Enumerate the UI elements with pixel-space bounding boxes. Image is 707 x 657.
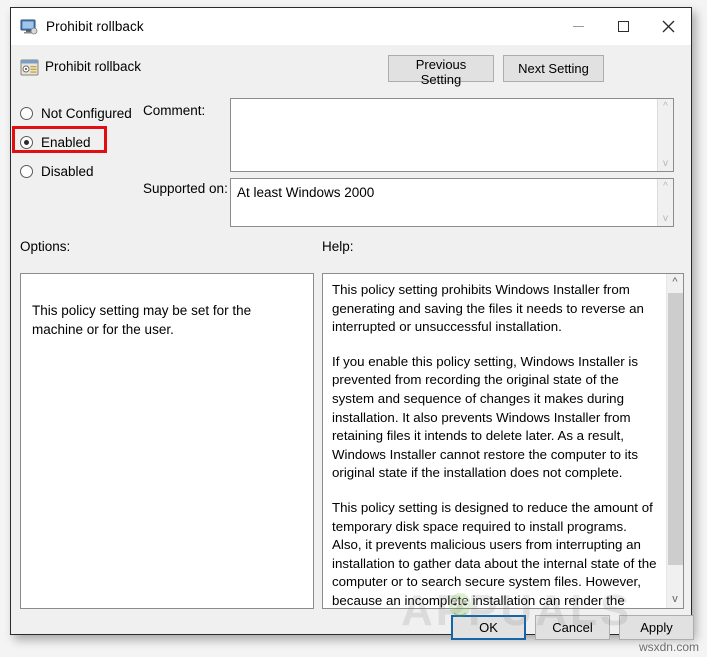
radio-not-configured-label: Not Configured (41, 105, 132, 121)
radio-disabled-label: Disabled (41, 163, 94, 179)
help-panel: This policy setting prohibits Windows In… (322, 273, 684, 609)
supported-on-input[interactable]: At least Windows 2000 ^ v (230, 178, 674, 227)
chevron-down-icon[interactable]: v (663, 214, 668, 224)
options-label: Options: (20, 239, 71, 254)
radio-disabled[interactable]: Disabled (20, 161, 94, 181)
window-controls (556, 8, 691, 45)
cancel-button[interactable]: Cancel (535, 615, 610, 640)
help-label: Help: (322, 239, 354, 254)
apply-button[interactable]: Apply (619, 615, 694, 640)
radio-not-configured[interactable]: Not Configured (20, 103, 132, 123)
monitor-policy-icon (20, 19, 38, 35)
help-paragraph: This policy setting prohibits Windows In… (332, 282, 644, 335)
close-icon[interactable] (646, 8, 691, 45)
comment-value[interactable] (231, 99, 657, 171)
help-paragraph: If you enable this policy setting, Windo… (332, 353, 638, 481)
prohibit-rollback-dialog: Prohibit rollback Prohibit rollback Prev… (10, 7, 694, 640)
chevron-up-icon[interactable]: ^ (663, 182, 668, 192)
chevron-up-icon[interactable]: ^ (667, 275, 683, 290)
comment-input[interactable]: ^ v (230, 98, 674, 172)
radio-not-configured-mark (20, 106, 33, 120)
supported-on-scrollbar[interactable]: ^ v (657, 179, 673, 226)
scrollbar-thumb[interactable] (668, 293, 683, 565)
options-panel: This policy setting may be set for the m… (20, 273, 314, 609)
ok-button[interactable]: OK (451, 615, 526, 640)
setting-title: Prohibit rollback (45, 59, 142, 74)
chevron-down-icon[interactable]: v (667, 592, 683, 607)
policy-setting-icon (20, 58, 39, 77)
chevron-down-icon[interactable]: v (663, 159, 668, 169)
previous-setting-button[interactable]: Previous Setting (388, 55, 494, 87)
radio-enabled-mark (20, 135, 33, 149)
chevron-up-icon[interactable]: ^ (663, 102, 668, 112)
comment-scrollbar[interactable]: ^ v (657, 99, 673, 171)
radio-disabled-mark (20, 164, 33, 178)
help-paragraph: This policy setting is designed to reduc… (332, 499, 657, 608)
minimize-icon[interactable] (556, 8, 601, 45)
title-bar[interactable]: Prohibit rollback (11, 8, 691, 45)
source-watermark: wsxdn.com (638, 640, 699, 654)
help-text: This policy setting prohibits Windows In… (323, 274, 666, 608)
supported-on-label: Supported on: (143, 181, 228, 196)
comment-label: Comment: (143, 103, 206, 118)
next-setting-button[interactable]: Next Setting (503, 55, 604, 82)
setting-header: Prohibit rollback Previous Setting Next … (11, 45, 691, 95)
radio-enabled[interactable]: Enabled (20, 132, 91, 152)
window-title: Prohibit rollback (46, 19, 144, 34)
maximize-icon[interactable] (601, 8, 646, 45)
radio-enabled-label: Enabled (41, 134, 91, 150)
options-text: This policy setting may be set for the m… (32, 303, 252, 337)
help-scrollbar[interactable]: ^ v (666, 274, 683, 608)
supported-on-value: At least Windows 2000 (237, 185, 375, 200)
